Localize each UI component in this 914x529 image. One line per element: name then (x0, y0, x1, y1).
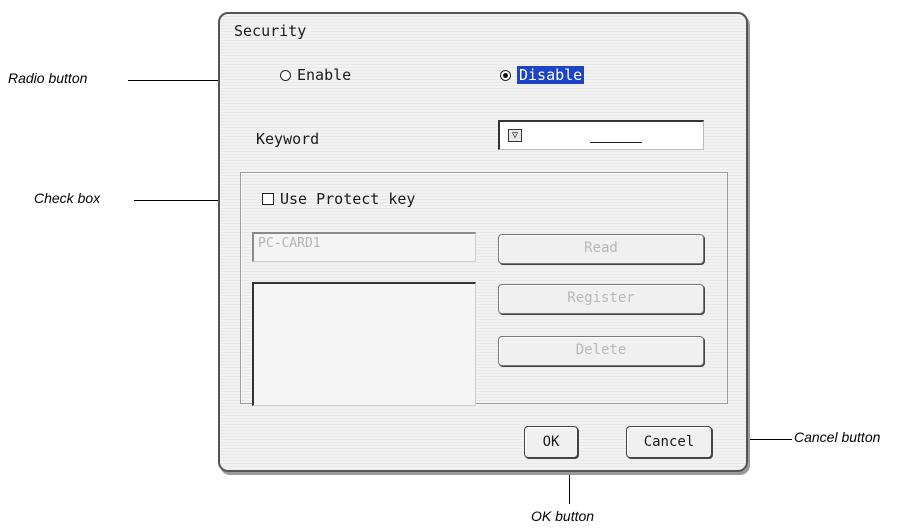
security-dialog: Security Enable Disable Keyword ▽ Use Pr… (218, 12, 748, 472)
delete-button: Delete (498, 336, 704, 366)
card-slot-field: PC-CARD1 (252, 232, 476, 262)
radio-disable-label: Disable (517, 66, 585, 84)
protect-key-list (252, 282, 476, 406)
register-button: Register (498, 284, 704, 314)
callout-radio-button: Radio button (8, 70, 88, 86)
checkbox-square[interactable] (262, 193, 274, 205)
radio-disable[interactable]: Disable (500, 66, 585, 84)
cancel-button[interactable]: Cancel (626, 426, 712, 458)
callout-ok-button: OK button (531, 508, 595, 524)
use-protect-key-checkbox[interactable]: Use Protect key (262, 190, 415, 208)
dialog-title: Security (234, 22, 307, 40)
keyword-label: Keyword (256, 130, 320, 148)
radio-enable-indicator[interactable] (280, 69, 291, 81)
ok-button[interactable]: OK (524, 426, 578, 458)
read-button: Read (498, 234, 704, 264)
keyword-field[interactable]: ▽ (498, 120, 704, 150)
radio-disable-indicator[interactable] (500, 69, 511, 81)
keyword-underline (590, 142, 642, 143)
dropdown-triangle-icon[interactable]: ▽ (508, 129, 522, 142)
use-protect-key-label: Use Protect key (280, 190, 416, 208)
callout-check-box: Check box (34, 190, 101, 206)
callout-cancel-button: Cancel button (794, 429, 881, 445)
radio-enable-label: Enable (297, 66, 352, 84)
radio-enable[interactable]: Enable (280, 66, 351, 84)
